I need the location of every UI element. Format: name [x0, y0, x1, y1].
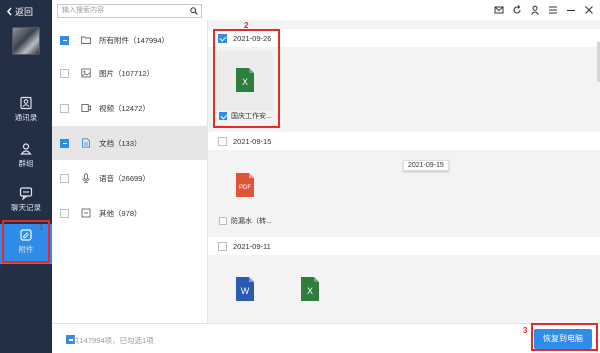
highlight-box-restore: [531, 323, 598, 351]
date-tooltip: 2021-09-15: [403, 160, 449, 171]
category-other[interactable]: 其他（978）: [52, 198, 208, 228]
category-list: 所有附件（147994） 图片（107712） 视频（12472） 文档（133…: [52, 20, 208, 323]
pdf-file-icon: PDF: [236, 173, 254, 197]
annotation-number-3: 3: [523, 326, 528, 335]
group-checkbox[interactable]: [218, 241, 227, 251]
minimize-icon[interactable]: [566, 5, 576, 15]
avatar[interactable]: [12, 27, 40, 55]
date-group-header[interactable]: 2021-09-11: [208, 237, 600, 255]
contacts-icon: [20, 96, 32, 110]
chat-icon: [19, 187, 33, 200]
category-label: 视频（12472）: [99, 103, 150, 113]
window-toolbar: [494, 5, 594, 15]
category-label: 图片（107712）: [99, 68, 155, 78]
document-icon: [82, 138, 90, 148]
sidebar-item-label: 聊天记录: [11, 203, 41, 212]
search-icon[interactable]: [190, 7, 198, 15]
category-label: 语音（26699）: [99, 173, 150, 183]
back-label: 返回: [15, 7, 34, 17]
folder-icon: [81, 36, 91, 44]
file-type-label: PDF: [239, 185, 251, 191]
file-name[interactable]: 防漏水（转...: [219, 216, 272, 226]
sidebar-item-chat-history[interactable]: 聊天记录: [0, 182, 52, 222]
sidebar-item-label: 通讯录: [14, 113, 38, 122]
sidebar: 返回 通讯录 群组 聊天记录 附件: [0, 0, 52, 353]
sidebar-item-groups[interactable]: 群组: [0, 138, 52, 178]
excel-file-icon: X: [301, 277, 319, 301]
file-thumbnail[interactable]: X: [282, 260, 338, 320]
annotation-number-1: 1: [39, 223, 44, 232]
back-button[interactable]: 返回: [6, 5, 33, 18]
category-videos[interactable]: 视频（12472）: [52, 93, 208, 123]
other-icon: [81, 208, 91, 218]
category-images[interactable]: 图片（107712）: [52, 58, 208, 88]
group-date: 2021-09-15: [233, 136, 272, 146]
annotation-number-2: 2: [244, 21, 249, 30]
close-icon[interactable]: [584, 5, 594, 15]
date-group-header[interactable]: 2021-09-15: [208, 132, 600, 150]
category-checkbox[interactable]: [60, 103, 69, 113]
category-documents[interactable]: 文档（133）: [52, 126, 208, 160]
sidebar-item-label: 群组: [18, 159, 34, 168]
selection-summary: 共147994项，已勾选1项: [72, 336, 154, 345]
category-voice[interactable]: 语音（26699）: [52, 163, 208, 193]
group-icon: [20, 143, 32, 155]
video-icon: [81, 104, 91, 112]
microphone-icon: [82, 173, 90, 183]
category-checkbox[interactable]: [60, 68, 69, 78]
category-all[interactable]: 所有附件（147994）: [52, 25, 208, 55]
mail-icon[interactable]: [494, 5, 504, 15]
file-checkbox[interactable]: [219, 217, 227, 225]
file-type-label: W: [241, 286, 250, 296]
category-label: 所有附件（147994）: [99, 35, 170, 45]
menu-icon[interactable]: [548, 5, 558, 15]
image-icon: [81, 68, 91, 78]
category-checkbox[interactable]: [60, 173, 69, 183]
category-checkbox[interactable]: [60, 35, 69, 45]
bottom-bar: 共147994项，已勾选1项 恢复到电脑: [52, 323, 600, 353]
file-name-label: 防漏水（转...: [231, 218, 272, 225]
word-file-icon: W: [236, 277, 254, 301]
refresh-icon[interactable]: [512, 5, 522, 15]
group-date: 2021-09-11: [233, 241, 271, 251]
category-checkbox[interactable]: [60, 138, 69, 148]
search-placeholder: 输入搜索内容: [62, 7, 104, 14]
chevron-left-icon: [7, 7, 12, 16]
group-checkbox[interactable]: [218, 136, 227, 146]
sidebar-item-contacts[interactable]: 通讯录: [0, 92, 52, 132]
category-label: 其他（978）: [99, 208, 142, 218]
file-thumbnail[interactable]: W: [217, 260, 273, 320]
user-icon[interactable]: [530, 5, 540, 15]
app-window: 返回 通讯录 群组 聊天记录 附件 1 输入搜索内容 所有附件（147994） …: [0, 0, 600, 353]
file-type-label: X: [307, 286, 313, 296]
search-input[interactable]: 输入搜索内容: [57, 4, 202, 18]
file-thumbnail[interactable]: PDF: [217, 156, 273, 216]
category-label: 文档（133）: [99, 138, 142, 148]
category-checkbox[interactable]: [60, 208, 69, 218]
highlight-box-file: [213, 29, 280, 128]
